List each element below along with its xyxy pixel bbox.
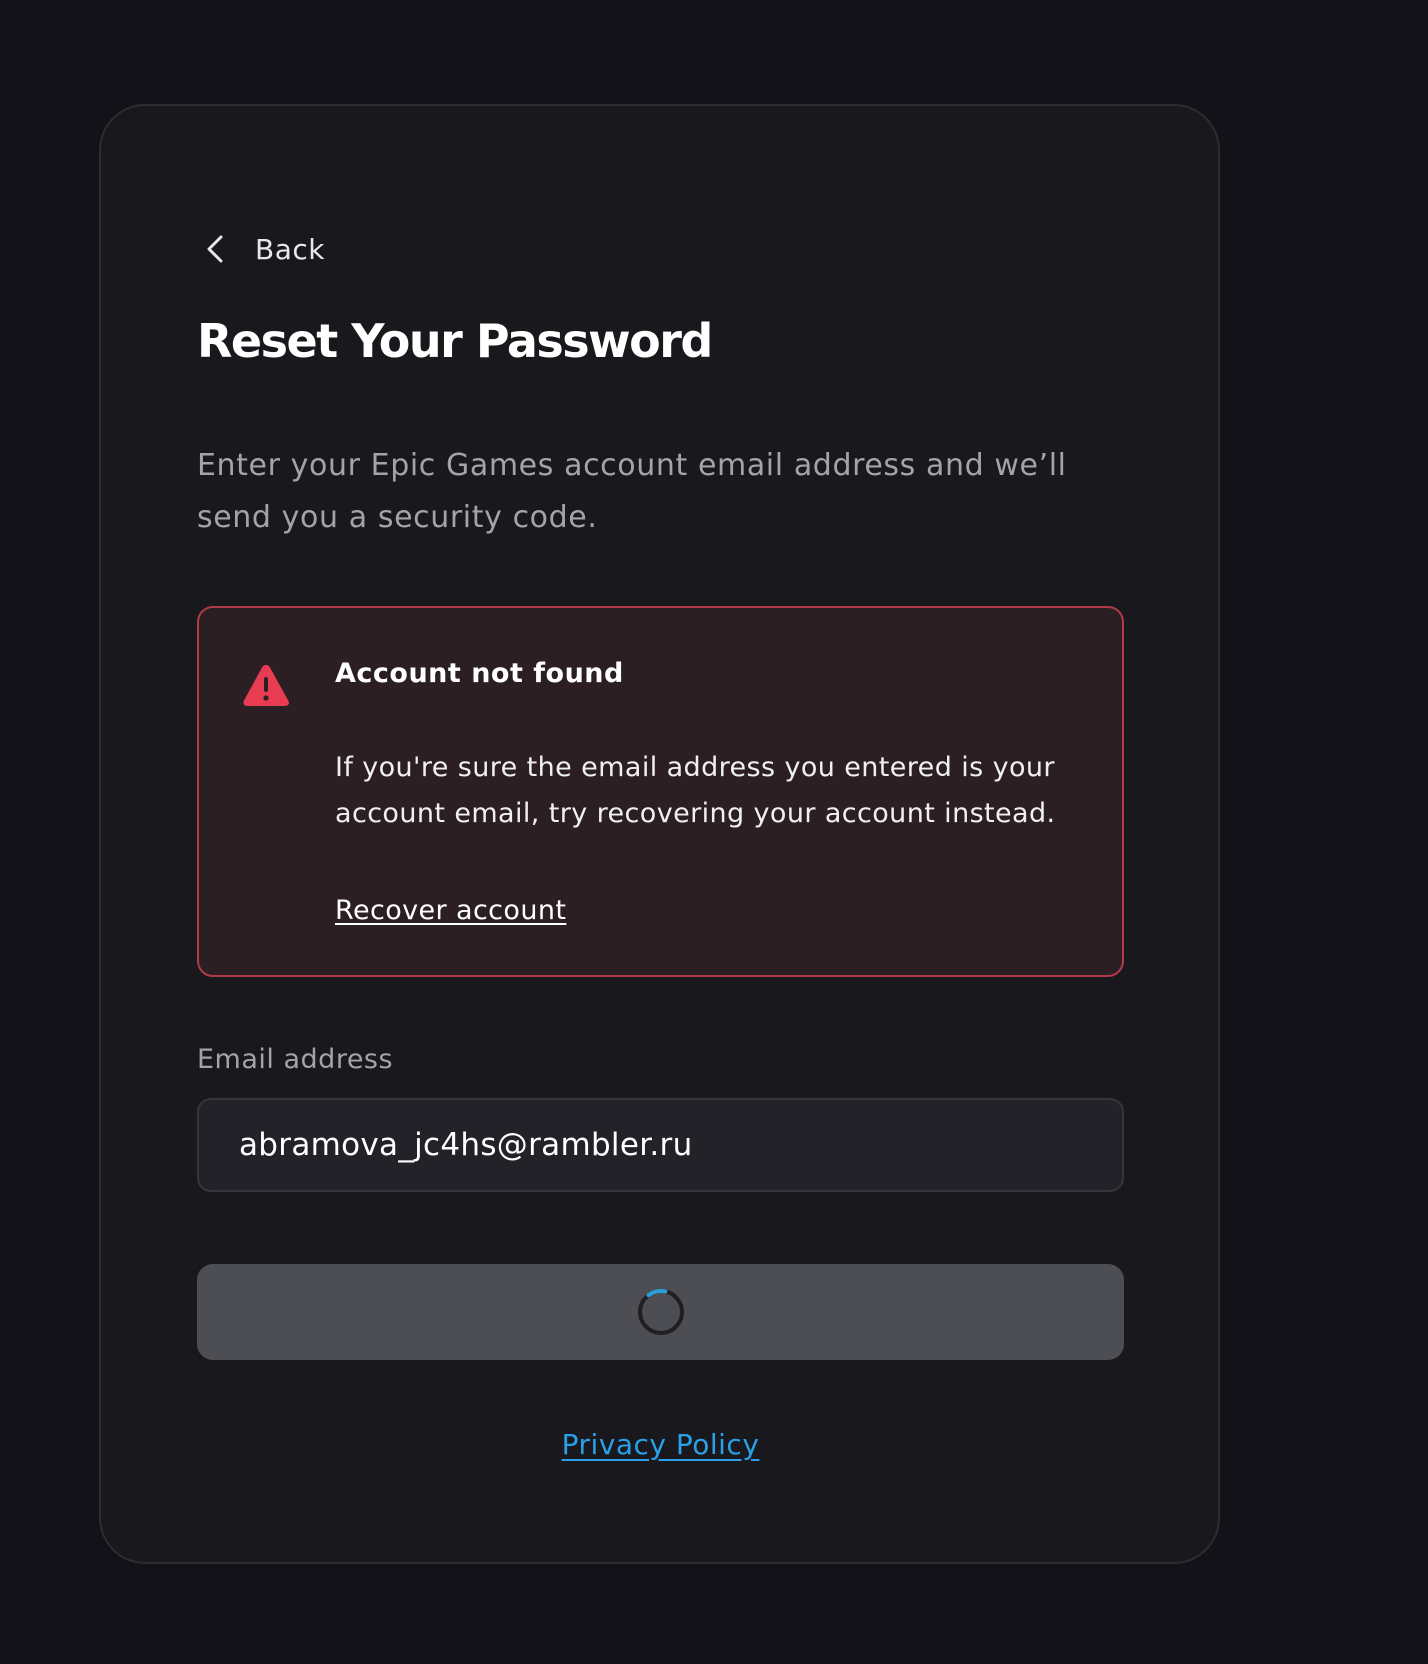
alert-message: If you're sure the email address you ent… (335, 752, 1056, 829)
back-label: Back (255, 232, 325, 266)
page-subtitle: Enter your Epic Games account email addr… (197, 448, 1067, 535)
chevron-left-icon (207, 235, 223, 263)
alert-title: Account not found (335, 658, 624, 689)
email-label: Email address (197, 1044, 394, 1075)
back-button[interactable]: Back (197, 224, 325, 274)
privacy-policy-container: Privacy Policy (197, 1428, 1124, 1461)
page-title: Reset Your Password (197, 314, 713, 368)
recover-account-link[interactable]: Recover account (335, 895, 566, 926)
privacy-policy-link[interactable]: Privacy Policy (562, 1428, 760, 1461)
loading-spinner-icon (637, 1289, 684, 1335)
reset-password-card: Back Reset Your Password Enter your Epic… (99, 104, 1220, 1564)
warning-triangle-icon (243, 665, 289, 706)
email-field[interactable] (197, 1098, 1124, 1192)
error-alert: Account not found If you're sure the ema… (197, 606, 1124, 977)
submit-button[interactable] (197, 1264, 1124, 1360)
